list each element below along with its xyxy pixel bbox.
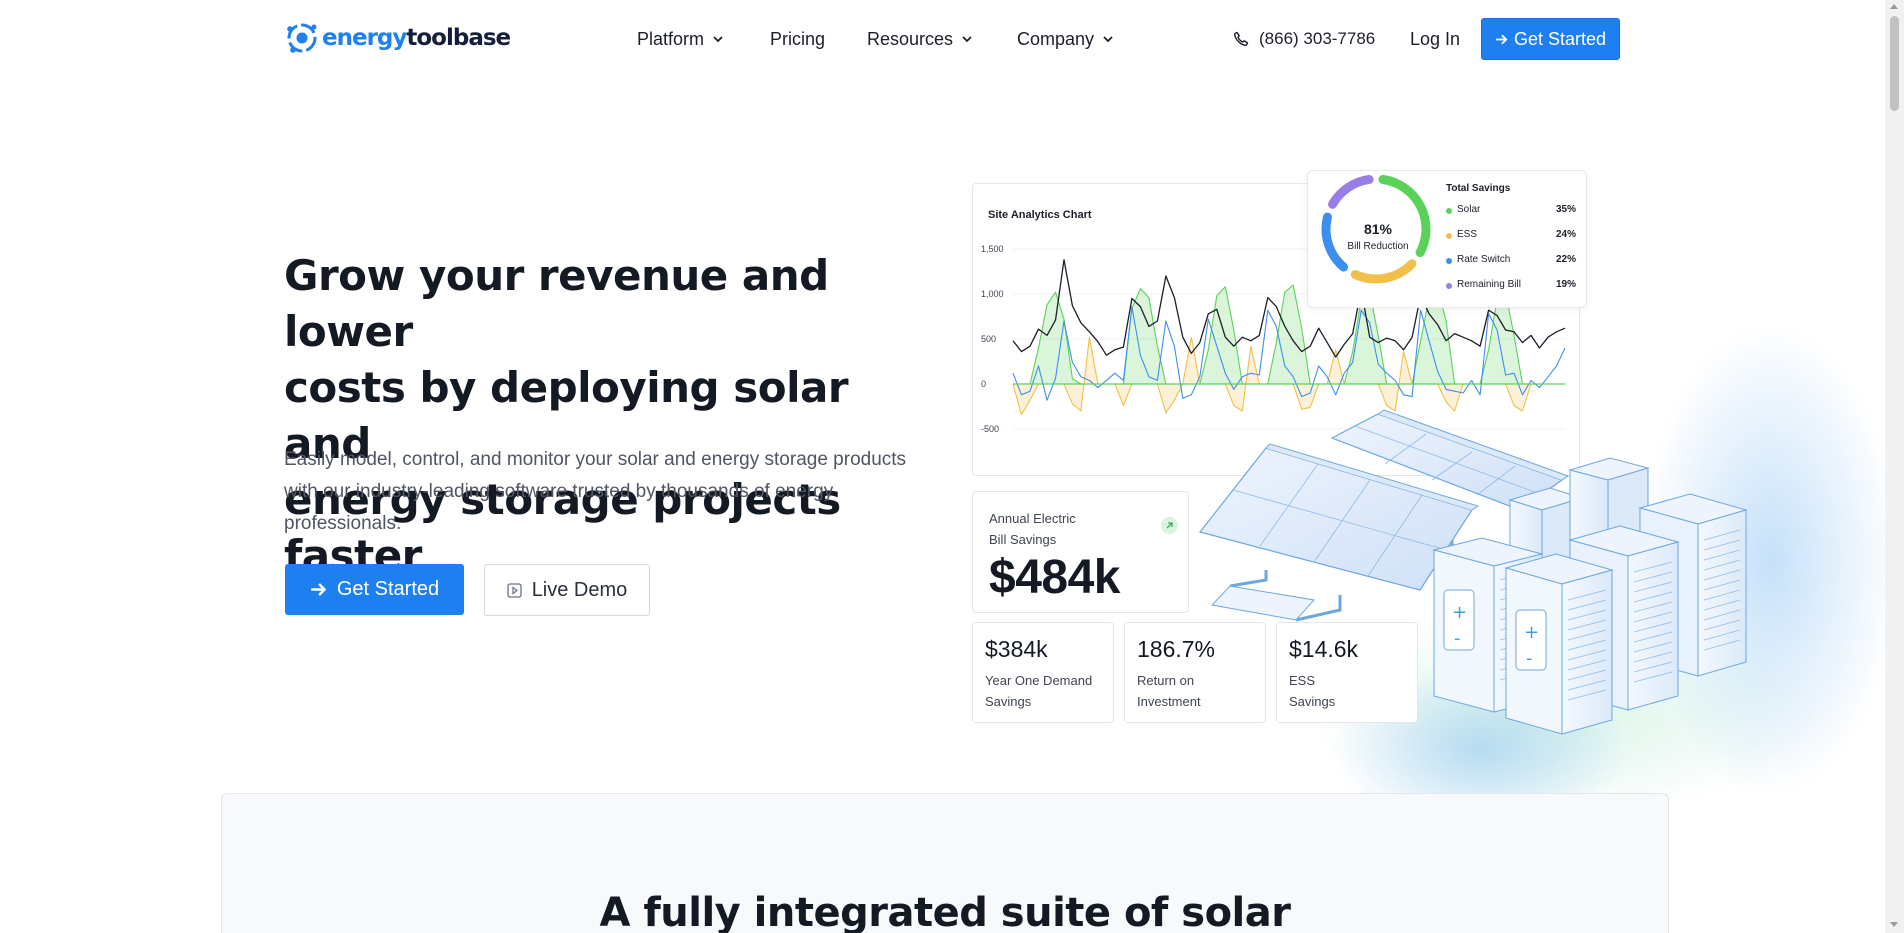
- arrow-up-right-icon: [1161, 517, 1178, 534]
- chevron-down-icon: [713, 36, 723, 43]
- stat-label-line: Savings: [1289, 694, 1336, 709]
- stat-value: $484k: [989, 551, 1120, 604]
- hero-subtitle-line: with our industry-leading software trust…: [284, 481, 834, 502]
- scroll-up-arrow-icon[interactable]: [1890, 4, 1898, 9]
- page-scrollbar[interactable]: [1885, 0, 1904, 933]
- stat-label-line: ESS: [1289, 673, 1316, 688]
- hero-subtitle-line: Easily model, control, and monitor your …: [284, 449, 907, 470]
- stat-label-line: Bill Savings: [989, 532, 1057, 547]
- legend-dot: [1446, 258, 1452, 264]
- stat-label: Year One Demand Savings: [985, 670, 1110, 712]
- phone-number: (866) 303-7786: [1259, 29, 1376, 48]
- stat-label-line: Annual Electric: [989, 511, 1076, 526]
- donut-center-label: Bill Reduction: [1347, 241, 1409, 252]
- stat-label: Annual Electric Bill Savings: [989, 508, 1109, 550]
- svg-text:+: +: [1524, 622, 1539, 643]
- logo-icon: [284, 20, 320, 56]
- scroll-down-arrow-icon[interactable]: [1890, 922, 1898, 927]
- legend-pct: 24%: [1555, 229, 1576, 240]
- stat-value: $384k: [985, 636, 1048, 662]
- logo-wordmark: energytoolbase: [322, 25, 511, 51]
- nav-resources-label: Resources: [867, 28, 954, 49]
- battery-cabinet: + -: [1504, 553, 1614, 735]
- legend-item-rate-switch: Rate Switch 22%: [1446, 254, 1576, 268]
- y-tick-label: -500: [981, 424, 999, 434]
- hero-subtitle: Easily model, control, and monitor your …: [284, 444, 964, 540]
- scrollbar-thumb[interactable]: [1890, 16, 1899, 111]
- y-tick-label: 0: [981, 379, 986, 389]
- donut-center-value: 81%: [1363, 221, 1393, 237]
- arrow-right-icon: [311, 583, 327, 596]
- play-icon: [507, 582, 522, 598]
- chevron-down-icon: [962, 36, 972, 43]
- phone-icon: [1233, 31, 1249, 47]
- chevron-down-icon: [1103, 36, 1113, 43]
- arrow-right-icon: [1495, 34, 1508, 44]
- stat-label: Return on Investment: [1137, 670, 1262, 712]
- live-demo-label: Live Demo: [531, 578, 628, 601]
- header-get-started-button[interactable]: Get Started: [1481, 18, 1620, 60]
- nav-resources[interactable]: Resources: [867, 25, 973, 53]
- nav-company[interactable]: Company: [1017, 25, 1114, 53]
- nav-platform[interactable]: Platform: [637, 25, 724, 53]
- ess-savings-card: $14.6k ESS Savings: [1276, 622, 1418, 723]
- legend-pct: 35%: [1555, 204, 1576, 215]
- stat-value: $14.6k: [1289, 636, 1359, 662]
- y-tick-label: 1,000: [981, 289, 1004, 299]
- legend-name: ESS: [1457, 229, 1478, 240]
- logo[interactable]: energytoolbase: [284, 20, 511, 56]
- legend-item-ess: ESS 24%: [1446, 229, 1576, 243]
- legend-item-solar: Solar 35%: [1446, 204, 1576, 218]
- legend-name: Remaining Bill: [1457, 279, 1521, 290]
- suite-title: A fully integrated suite of solar: [599, 890, 1291, 933]
- nav-platform-label: Platform: [637, 28, 705, 49]
- site-header: energytoolbase Platform Pricing Resource…: [0, 0, 1885, 78]
- svg-text:+: +: [1452, 602, 1467, 623]
- demand-savings-card: $384k Year One Demand Savings: [972, 622, 1114, 723]
- svg-text:-: -: [1454, 628, 1461, 649]
- stat-label: ESS Savings: [1289, 670, 1414, 712]
- solar-battery-illustration: + - + -: [1198, 409, 1748, 735]
- y-tick-label: 500: [981, 334, 996, 344]
- legend-name: Solar: [1457, 204, 1481, 215]
- legend-name: Rate Switch: [1457, 254, 1511, 265]
- legend-pct: 19%: [1555, 279, 1576, 290]
- stat-label-line: Year One Demand: [985, 673, 1093, 688]
- header-get-started-label: Get Started: [1513, 28, 1607, 49]
- get-started-label: Get Started: [336, 578, 440, 600]
- y-tick-label: 1,500: [981, 244, 1004, 254]
- nav-pricing-label: Pricing: [770, 28, 826, 49]
- stat-label-line: Investment: [1137, 694, 1201, 709]
- stat-label-line: Savings: [985, 694, 1032, 709]
- annual-bill-savings-card: Annual Electric Bill Savings $484k: [972, 491, 1189, 613]
- phone-link[interactable]: (866) 303-7786: [1233, 25, 1375, 53]
- stat-value: 186.7%: [1137, 636, 1216, 662]
- legend-dot: [1446, 283, 1452, 289]
- nav-company-label: Company: [1017, 28, 1095, 49]
- hero-title-line: Grow your revenue and lower: [284, 251, 829, 356]
- legend-dot: [1446, 233, 1452, 239]
- legend-item-remaining-bill: Remaining Bill 19%: [1446, 279, 1576, 293]
- legend-pct: 22%: [1555, 254, 1576, 265]
- suite-section: A fully integrated suite of solar: [221, 793, 1669, 933]
- login-label: Log In: [1410, 28, 1461, 49]
- live-demo-button[interactable]: Live Demo: [484, 564, 650, 616]
- legend-dot: [1446, 208, 1452, 214]
- nav-pricing[interactable]: Pricing: [770, 25, 825, 53]
- login-link[interactable]: Log In: [1410, 25, 1460, 53]
- hero-subtitle-line: professionals.: [284, 513, 402, 534]
- roi-card: 186.7% Return on Investment: [1124, 622, 1266, 723]
- get-started-button[interactable]: Get Started: [285, 564, 464, 615]
- legend-title: Total Savings: [1446, 183, 1511, 194]
- svg-text:-: -: [1526, 648, 1533, 669]
- stat-label-line: Return on: [1137, 673, 1195, 688]
